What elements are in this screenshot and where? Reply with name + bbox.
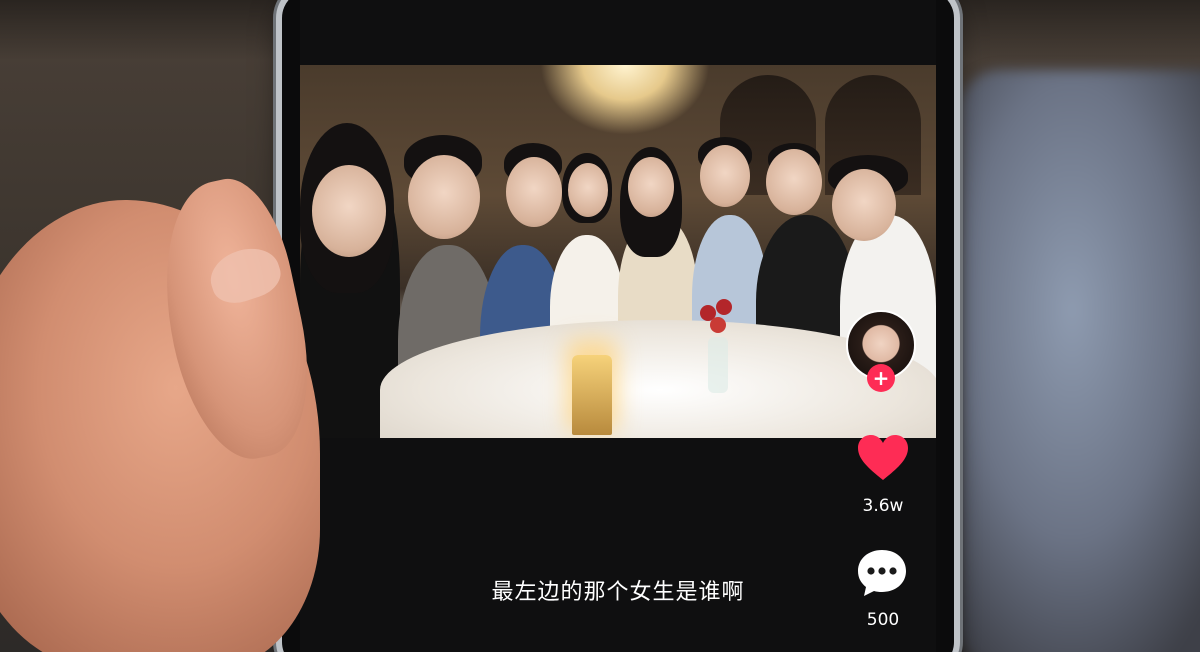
chandelier-light (540, 65, 710, 135)
creator-avatar-group[interactable]: + (846, 310, 916, 392)
person-face (766, 149, 822, 215)
comment-count: 500 (866, 610, 900, 630)
person-face (628, 157, 674, 217)
person-face (568, 163, 608, 217)
video-caption: 最左边的那个女生是谁啊 (491, 580, 745, 605)
background-right-object (960, 70, 1200, 652)
phone-screen: + 3.6w 500 最左边的那个女生是谁啊 (300, 0, 936, 652)
person-face (700, 145, 750, 207)
candle-lamp (572, 355, 612, 435)
person-face (408, 155, 480, 239)
flower-vase (690, 297, 746, 397)
video-photo[interactable] (300, 65, 936, 438)
heart-icon[interactable] (856, 434, 910, 482)
scene: + 3.6w 500 最左边的那个女生是谁啊 (0, 0, 1200, 652)
like-count: 3.6w (862, 496, 904, 516)
follow-button[interactable]: + (867, 364, 895, 392)
person-face (312, 165, 386, 257)
person-face (832, 169, 896, 241)
person-face (506, 157, 562, 227)
phone: + 3.6w 500 最左边的那个女生是谁啊 (282, 0, 954, 652)
plus-icon: + (872, 366, 890, 390)
